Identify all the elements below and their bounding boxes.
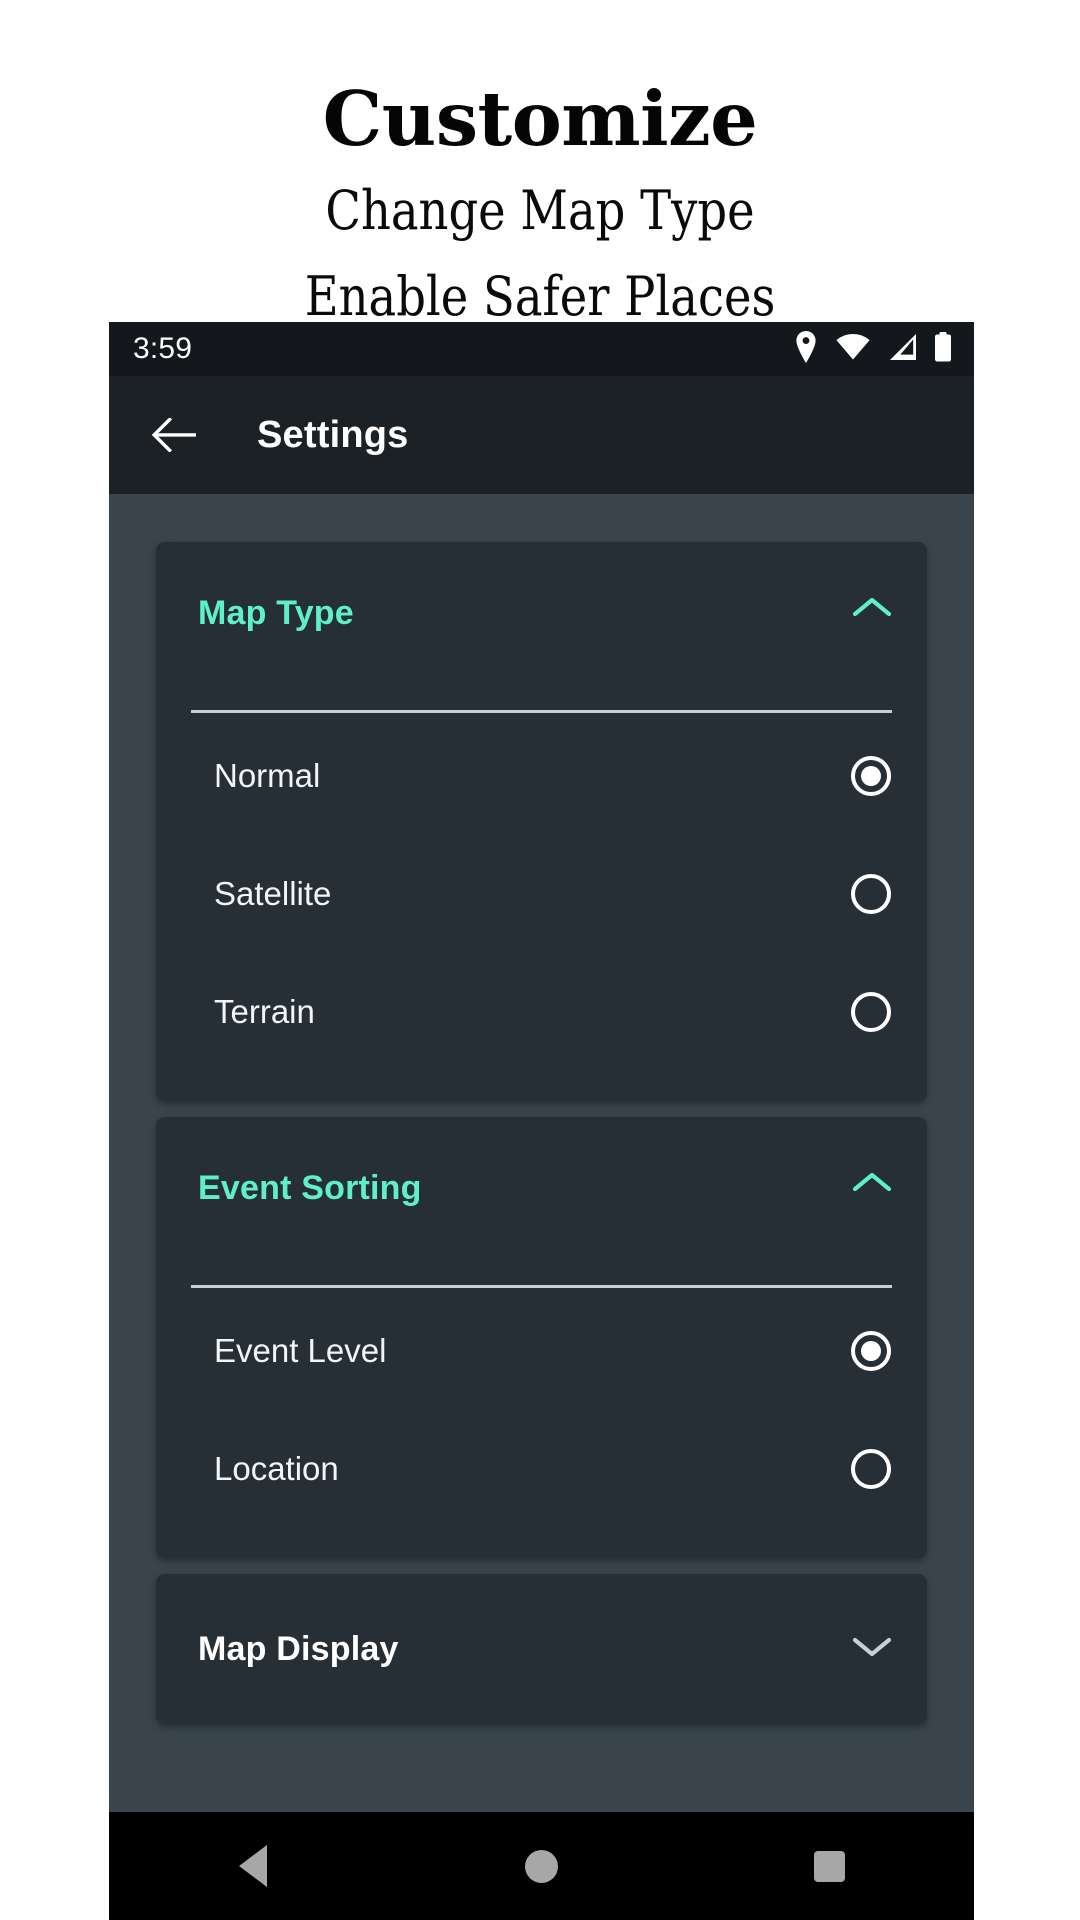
settings-card-event-sorting: Event Sorting Event Level Location (156, 1117, 927, 1558)
radio-button-event-level[interactable] (851, 1331, 891, 1371)
radio-label: Terrain (214, 993, 315, 1030)
radio-label: Event Level (214, 1332, 387, 1369)
radio-button-terrain[interactable] (851, 992, 891, 1032)
card-header-map-display[interactable]: Map Display (156, 1574, 927, 1724)
radio-option-normal[interactable]: Normal (156, 717, 927, 835)
page-title: Settings (257, 413, 409, 456)
card-title-map-display: Map Display (198, 1629, 399, 1668)
promo-subtitle-line-1: Change Map Type (325, 179, 755, 242)
card-title-event-sorting: Event Sorting (198, 1169, 422, 1207)
radio-button-normal[interactable] (851, 756, 891, 796)
promo-header: Customize Change Map Type Enable Safer P… (0, 0, 1080, 330)
nav-recents-icon[interactable] (775, 1812, 885, 1920)
promo-subtitle-line-2: Enable Safer Places (304, 264, 776, 328)
radio-button-location[interactable] (851, 1449, 891, 1489)
radio-option-terrain[interactable]: Terrain (156, 953, 927, 1071)
app-bar: Settings (109, 376, 974, 494)
phone-screenshot: 3:59 Settings Map Type Normal Satellite … (109, 322, 974, 1920)
android-navigation-bar (109, 1812, 974, 1920)
settings-card-map-display: Map Display (156, 1574, 927, 1724)
wifi-icon (836, 333, 870, 365)
nav-back-icon[interactable] (198, 1812, 308, 1920)
nav-home-icon[interactable] (486, 1812, 596, 1920)
status-bar-clock: 3:59 (133, 332, 193, 365)
location-pin-icon (793, 330, 819, 368)
signal-icon (887, 333, 917, 365)
promo-title: Customize (322, 75, 758, 163)
radio-label: Location (214, 1450, 339, 1487)
radio-group-map-type: Normal Satellite Terrain (156, 713, 927, 1101)
radio-group-event-sorting: Event Level Location (156, 1288, 927, 1558)
promo-screenshot-page: Customize Change Map Type Enable Safer P… (0, 0, 1080, 1920)
chevron-up-icon[interactable] (852, 596, 892, 623)
radio-label: Satellite (214, 875, 332, 912)
settings-card-map-type: Map Type Normal Satellite Terrain (156, 542, 927, 1101)
radio-label: Normal (214, 757, 321, 794)
status-bar: 3:59 (109, 322, 974, 376)
radio-button-satellite[interactable] (851, 874, 891, 914)
back-arrow-icon[interactable] (143, 404, 205, 466)
battery-icon (934, 331, 952, 367)
radio-option-event-level[interactable]: Event Level (156, 1292, 927, 1410)
card-header-map-type[interactable]: Map Type (156, 542, 927, 710)
radio-option-location[interactable]: Location (156, 1410, 927, 1528)
chevron-down-icon[interactable] (852, 1636, 892, 1663)
radio-option-satellite[interactable]: Satellite (156, 835, 927, 953)
settings-list[interactable]: Map Type Normal Satellite Terrain Event … (109, 494, 974, 1812)
card-header-event-sorting[interactable]: Event Sorting (156, 1117, 927, 1285)
chevron-up-icon[interactable] (852, 1171, 892, 1198)
card-title-map-type: Map Type (198, 594, 354, 632)
status-bar-icons (793, 330, 952, 368)
